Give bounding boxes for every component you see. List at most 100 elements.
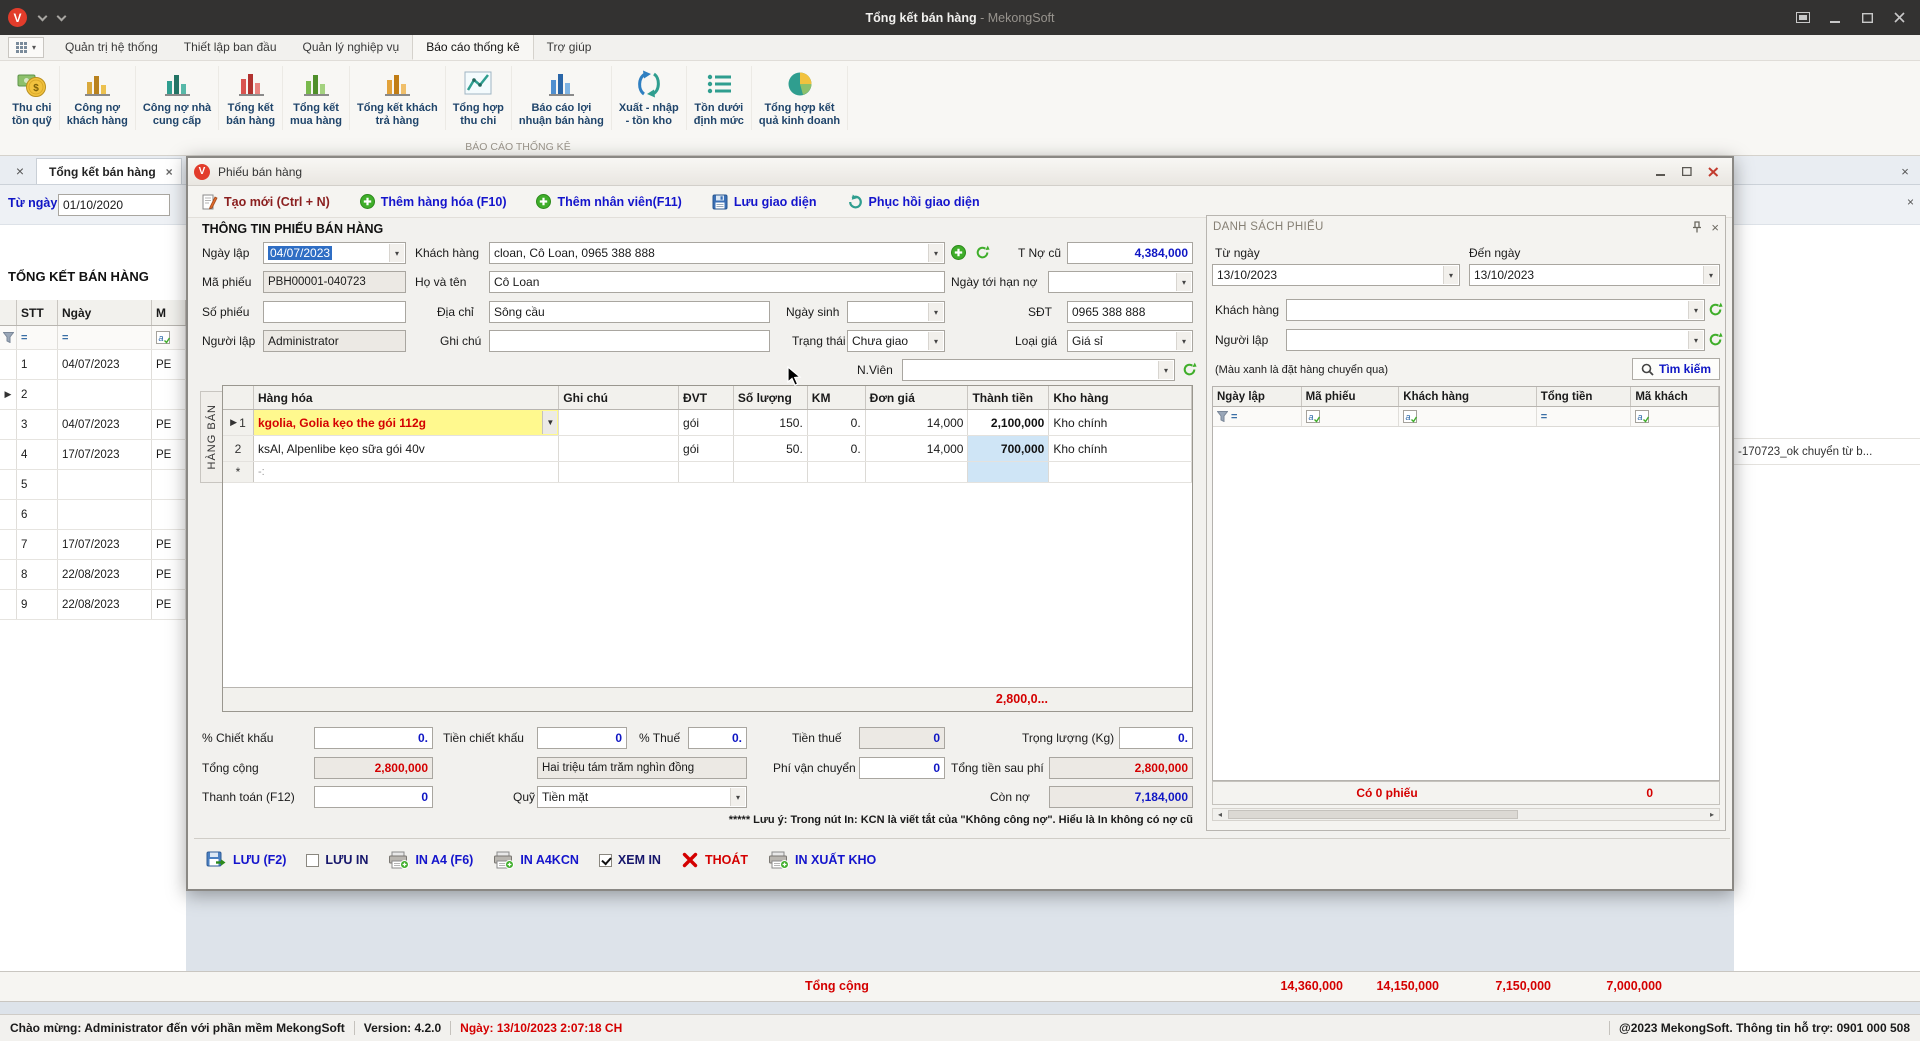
panel-caption[interactable]: DANH SÁCH PHIẾU × — [1207, 216, 1725, 238]
chevron-down-icon[interactable]: ▾ — [389, 244, 404, 262]
chevron-down-icon[interactable]: ▾ — [1688, 331, 1703, 349]
chiet-khau-pct-input[interactable]: 0. — [314, 727, 433, 749]
sdt-input[interactable]: 0965 388 888 — [1067, 301, 1193, 323]
receipt-col[interactable]: Khách hàng — [1399, 387, 1536, 406]
refresh-customer-icon[interactable] — [975, 245, 991, 261]
chevron-down-icon[interactable]: ▾ — [1176, 332, 1191, 350]
chevron-down-icon[interactable]: ▾ — [1176, 273, 1191, 291]
checkbox-checked-icon[interactable] — [599, 854, 612, 867]
panel-customer-combo[interactable]: ▾ — [1286, 299, 1705, 321]
tabstrip-close-icon[interactable]: × — [10, 161, 30, 181]
scroll-left-icon[interactable]: ◂ — [1213, 809, 1227, 820]
product-col[interactable]: Đơn giá — [866, 386, 969, 409]
report-row[interactable]: 104/07/2023PE — [0, 350, 186, 380]
luu-giao-dien-button[interactable]: Lưu giao diện — [712, 194, 817, 210]
checkbox-unchecked-icon[interactable] — [306, 854, 319, 867]
ho-ten-input[interactable]: Cô Loan — [489, 271, 945, 293]
receipt-col[interactable]: Tổng tiền — [1537, 387, 1632, 406]
tao-moi-button[interactable]: Tạo mới (Ctrl + N) — [202, 194, 330, 210]
thanh-toan-input[interactable]: 0 — [314, 786, 433, 808]
loai-gia-combo[interactable]: Giá sỉ▾ — [1067, 330, 1193, 352]
report-col[interactable]: M — [152, 300, 186, 325]
chevron-down-icon[interactable]: ▾ — [1703, 266, 1718, 284]
app-logo-icon[interactable]: V — [8, 8, 27, 27]
ribbon-item-ton-duoi-dinh-muc[interactable]: Tồn dướiđịnh mức — [687, 66, 752, 130]
refresh-staff-icon[interactable] — [1182, 362, 1198, 378]
ribbon-item-tong-ket-khach-tra-hang[interactable]: Tổng kết kháchtrả hàng — [350, 66, 446, 130]
tabstrip-right-close-icon[interactable]: × — [1896, 162, 1914, 180]
receipt-filter-row[interactable]: =aa=a — [1213, 407, 1719, 427]
panel-close-icon[interactable]: × — [1711, 220, 1719, 235]
tab-hang-ban[interactable]: HÀNG BÁN — [200, 391, 222, 483]
scrollbar-thumb[interactable] — [1228, 810, 1518, 819]
ngay-lap-input[interactable]: 04/07/2023▾ — [263, 242, 406, 264]
tien-chiet-khau-input[interactable]: 0 — [537, 727, 627, 749]
toolbar-customize-icon[interactable] — [57, 11, 67, 21]
product-dropdown-icon[interactable]: ▼ — [542, 411, 557, 434]
report-row[interactable]: 417/07/2023PE — [0, 440, 186, 470]
quick-access-chevron-icon[interactable] — [38, 11, 48, 21]
close-button[interactable] — [1886, 6, 1912, 30]
print-a4-button[interactable]: IN A4 (F6) — [388, 851, 473, 869]
product-col[interactable]: ĐVT — [679, 386, 734, 409]
ngay-sinh-combo[interactable]: ▾ — [847, 301, 945, 323]
panel-to-date-input[interactable]: 13/10/2023▾ — [1469, 264, 1720, 286]
han-no-combo[interactable]: ▾ — [1048, 271, 1193, 293]
ribbon-item-bao-cao-loi-nhuan-ban-hang[interactable]: Báo cáo lợinhuận bán hàng — [512, 66, 612, 130]
ribbon-item-xuat-nhap-ton-kho[interactable]: Xuất - nhập- tồn kho — [612, 66, 687, 130]
ribbon-item-cong-no-nha-cung-cap[interactable]: Công nợ nhàcung cấp — [136, 66, 219, 130]
thue-pct-input[interactable]: 0. — [688, 727, 747, 749]
product-col[interactable]: Hàng hóa — [254, 386, 559, 409]
phuc-hoi-giao-dien-button[interactable]: Phục hồi giao diện — [847, 194, 980, 210]
them-nhan-vien-button[interactable]: Thêm nhân viên(F11) — [536, 194, 681, 209]
receipt-col[interactable]: Mã phiếu — [1302, 387, 1400, 406]
report-filter-row[interactable]: ==a — [0, 326, 186, 350]
refresh-icon[interactable] — [1708, 332, 1724, 348]
application-menu-button[interactable]: ▾ — [8, 37, 44, 58]
dialog-minimize-button[interactable] — [1648, 161, 1674, 183]
chevron-down-icon[interactable]: ▾ — [1158, 361, 1173, 379]
panel-close-icon[interactable]: × — [1907, 195, 1914, 209]
chevron-down-icon[interactable]: ▾ — [1443, 266, 1458, 284]
tab-tong-ket-ban-hang[interactable]: Tổng kết bán hàng × — [36, 158, 182, 184]
ribbon-item-tong-ket-mua-hang[interactable]: Tổng kếtmua hàng — [283, 66, 350, 130]
ribbon-tab[interactable]: Thiết lập ban đầu — [171, 34, 290, 60]
receipt-col[interactable]: Mã khách — [1631, 387, 1719, 406]
chevron-down-icon[interactable]: ▾ — [730, 788, 745, 806]
phi-van-chuyen-input[interactable]: 0 — [859, 757, 945, 779]
print-a4kcn-button[interactable]: IN A4KCN — [493, 851, 579, 869]
product-row[interactable]: ▶1kgolia, Golia kẹo the gói 112g▼gói150.… — [223, 410, 1192, 436]
chevron-down-icon[interactable]: ▾ — [928, 244, 943, 262]
report-row[interactable]: 5 — [0, 470, 186, 500]
chevron-down-icon[interactable]: ▾ — [928, 332, 943, 350]
khach-hang-combo[interactable]: cloan, Cô Loan, 0965 388 888▾ — [489, 242, 945, 264]
product-col[interactable]: KM — [808, 386, 866, 409]
scroll-right-icon[interactable]: ▸ — [1705, 809, 1719, 820]
dialog-close-button[interactable] — [1700, 161, 1726, 183]
dia-chi-input[interactable]: Sông cầu — [489, 301, 770, 323]
report-row[interactable]: 922/08/2023PE — [0, 590, 186, 620]
product-row[interactable]: 2ksAl, Alpenlibe kẹo sữa gói 40vgói50.0.… — [223, 436, 1192, 462]
chevron-down-icon[interactable]: ▾ — [1688, 301, 1703, 319]
report-row[interactable]: 6 — [0, 500, 186, 530]
minimize-button[interactable] — [1822, 6, 1848, 30]
product-col[interactable]: Thành tiền — [968, 386, 1049, 409]
horizontal-scrollbar[interactable]: ◂ ▸ — [1212, 808, 1720, 821]
screen-switch-icon[interactable] — [1790, 6, 1816, 30]
ribbon-item-tong-ket-ban-hang[interactable]: Tổng kếtbán hàng — [219, 66, 283, 130]
ribbon-item-cong-no-khach-hang[interactable]: Công nợkhách hàng — [60, 66, 136, 130]
product-col[interactable]: Ghi chú — [559, 386, 679, 409]
ribbon-item-tong-hop-ket-qua-kinh-doanh[interactable]: Tổng hợp kếtquả kinh doanh — [752, 66, 848, 130]
ribbon-tab[interactable]: Trợ giúp — [534, 34, 605, 60]
ribbon-tab[interactable]: Quản trị hệ thống — [52, 34, 171, 60]
exit-button[interactable]: THOÁT — [681, 851, 748, 869]
chevron-down-icon[interactable]: ▾ — [928, 303, 943, 321]
tab-close-icon[interactable]: × — [166, 165, 173, 179]
nvien-combo[interactable]: ▾ — [902, 359, 1175, 381]
product-col[interactable]: Số lượng — [734, 386, 808, 409]
product-col[interactable]: Kho hàng — [1049, 386, 1192, 409]
add-customer-icon[interactable] — [951, 245, 967, 261]
ribbon-tab[interactable]: Báo cáo thống kê — [412, 34, 533, 60]
quy-combo[interactable]: Tiền mặt▾ — [537, 786, 747, 808]
report-row[interactable]: 717/07/2023PE — [0, 530, 186, 560]
